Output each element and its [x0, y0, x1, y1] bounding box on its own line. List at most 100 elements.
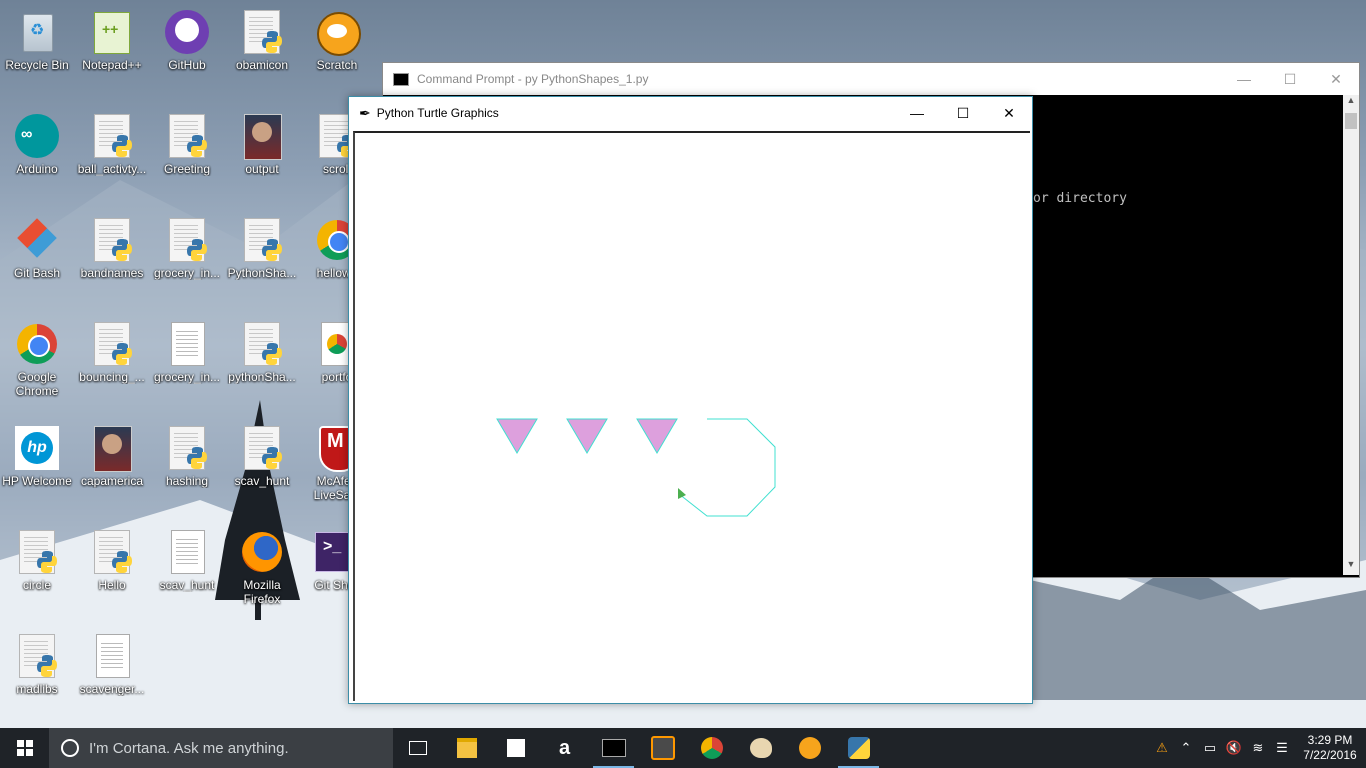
- desktop-icon[interactable]: obamicon: [225, 8, 299, 72]
- taskbar-app-task-view[interactable]: [393, 728, 442, 768]
- start-button[interactable]: [0, 728, 49, 768]
- desktop-icon-label: output: [245, 162, 279, 176]
- desktop-icon-label: Arduino: [16, 162, 58, 176]
- desktop-icon-label: bandnames: [80, 266, 144, 280]
- desktop-icon-label: scav_hunt: [234, 474, 290, 488]
- desktop-icon[interactable]: Mozilla Firefox: [225, 528, 299, 606]
- desktop-icon-label: PythonSha...: [227, 266, 297, 280]
- desktop-icon-label: Greeting: [163, 162, 211, 176]
- taskbar-app-cmd[interactable]: [589, 728, 638, 768]
- desktop-icon-label: HP Welcome: [2, 474, 72, 488]
- desktop-icon[interactable]: scav_hunt: [225, 424, 299, 488]
- desktop-icon[interactable]: bouncing_...: [75, 320, 149, 384]
- python-file-icon: [163, 216, 211, 264]
- recycle-bin-icon: ♻: [13, 8, 61, 56]
- desktop-icon[interactable]: PythonSha...: [225, 216, 299, 280]
- action-center-icon[interactable]: ☰: [1270, 728, 1294, 768]
- desktop-icon[interactable]: Scratch: [300, 8, 374, 72]
- taskbar-app-scratch[interactable]: [785, 728, 834, 768]
- cmd-scrollbar[interactable]: ▲ ▼: [1343, 95, 1359, 575]
- python-file-icon: [88, 112, 136, 160]
- desktop-icon[interactable]: pythonSha...: [225, 320, 299, 384]
- desktop-icon[interactable]: Git Bash: [0, 216, 74, 280]
- python-file-icon: [238, 8, 286, 56]
- desktop-icon[interactable]: output: [225, 112, 299, 176]
- desktop-icon-label: Notepad++: [82, 58, 142, 72]
- paint-icon: [749, 738, 772, 758]
- desktop-icon[interactable]: Greeting: [150, 112, 224, 176]
- scroll-down-icon[interactable]: ▼: [1343, 559, 1359, 575]
- desktop-icon[interactable]: grocery_in...: [150, 320, 224, 384]
- desktop-icon[interactable]: grocery_in...: [150, 216, 224, 280]
- desktop-icon[interactable]: hp HP Welcome: [0, 424, 74, 488]
- turtle-graphics-window[interactable]: ✒ Python Turtle Graphics — ☐ ✕: [348, 96, 1033, 704]
- system-tray: ⚠ ⌃ ▭ 🔇 ≋ ☰ 3:29 PM 7/22/2016: [1150, 728, 1366, 768]
- taskbar-app-amazon[interactable]: a: [540, 728, 589, 768]
- desktop-icon[interactable]: circle: [0, 528, 74, 592]
- desktop-icon-label: Recycle Bin: [5, 58, 69, 72]
- clock[interactable]: 3:29 PM 7/22/2016: [1294, 733, 1366, 763]
- turtle-close-button[interactable]: ✕: [986, 98, 1032, 128]
- battery-icon[interactable]: ▭: [1198, 728, 1222, 768]
- feather-icon: ✒: [359, 104, 371, 121]
- cmd-maximize-button[interactable]: ☐: [1267, 64, 1313, 94]
- scroll-up-icon[interactable]: ▲: [1343, 95, 1359, 111]
- desktop-icon[interactable]: ++ Notepad++: [75, 8, 149, 72]
- amazon-icon: a: [558, 736, 571, 759]
- taskbar-app-paint[interactable]: [736, 728, 785, 768]
- desktop-icon[interactable]: hashing: [150, 424, 224, 488]
- desktop-icon-label: obamicon: [235, 58, 289, 72]
- desktop-icon[interactable]: Google Chrome: [0, 320, 74, 398]
- turtle-canvas[interactable]: [353, 131, 1030, 701]
- desktop-icon[interactable]: ball_activty...: [75, 112, 149, 176]
- python-file-icon: [88, 528, 136, 576]
- triangle-shape-2: [566, 418, 608, 454]
- desktop-icon[interactable]: madlibs: [0, 632, 74, 696]
- wifi-icon[interactable]: ≋: [1246, 728, 1270, 768]
- turtle-minimize-button[interactable]: —: [894, 98, 940, 128]
- store-icon: [506, 739, 525, 757]
- desktop-icon-label: GitHub: [168, 58, 206, 72]
- desktop-icon-label: pythonSha...: [228, 370, 296, 384]
- image-file-icon: [88, 424, 136, 472]
- desktop-icon[interactable]: capamerica: [75, 424, 149, 488]
- desktop-icon-label: scav_hunt: [159, 578, 215, 592]
- hp-icon: hp: [13, 424, 61, 472]
- desktop-icon[interactable]: ∞ Arduino: [0, 112, 74, 176]
- file-explorer-icon: [456, 738, 477, 758]
- turtle-maximize-button[interactable]: ☐: [940, 98, 986, 128]
- turtle-window-title: Python Turtle Graphics: [376, 106, 499, 120]
- taskbar-app-store[interactable]: [491, 728, 540, 768]
- cortana-search-box[interactable]: I'm Cortana. Ask me anything.: [49, 728, 393, 768]
- clock-time: 3:29 PM: [1307, 733, 1353, 747]
- cmd-close-button[interactable]: ✕: [1313, 64, 1359, 94]
- volume-muted-icon[interactable]: 🔇: [1222, 728, 1246, 768]
- cmd-scroll-thumb[interactable]: [1345, 113, 1357, 129]
- python-file-icon: [163, 424, 211, 472]
- desktop-icon[interactable]: bandnames: [75, 216, 149, 280]
- taskbar-app-chrome[interactable]: [687, 728, 736, 768]
- taskbar-app-sublime[interactable]: [638, 728, 687, 768]
- python-file-icon: [13, 632, 61, 680]
- chrome-icon: [13, 320, 61, 368]
- desktop-icon[interactable]: scavenger...: [75, 632, 149, 696]
- chevron-up-icon[interactable]: ⌃: [1174, 728, 1198, 768]
- taskbar-app-file-explorer[interactable]: [442, 728, 491, 768]
- cmd-minimize-button[interactable]: —: [1221, 64, 1267, 94]
- task-view-icon: [408, 741, 427, 755]
- taskbar-app-python[interactable]: [834, 728, 883, 768]
- desktop-icon-label: scavenger...: [79, 682, 145, 696]
- notification-warning-icon[interactable]: ⚠: [1150, 728, 1174, 768]
- desktop-icon[interactable]: GitHub: [150, 8, 224, 72]
- desktop-icon[interactable]: Hello: [75, 528, 149, 592]
- sublime-icon: [650, 736, 675, 760]
- desktop-icon[interactable]: scav_hunt: [150, 528, 224, 592]
- cmd-icon: [601, 739, 626, 757]
- desktop-icon[interactable]: ♻ Recycle Bin: [0, 8, 74, 72]
- python-file-icon: [88, 320, 136, 368]
- desktop-icon-label: Hello: [98, 578, 126, 592]
- cmd-titlebar[interactable]: Command Prompt - py PythonShapes_1.py — …: [383, 63, 1359, 95]
- github-icon: [163, 8, 211, 56]
- turtle-titlebar[interactable]: ✒ Python Turtle Graphics — ☐ ✕: [349, 97, 1032, 129]
- desktop-icon-label: grocery_in...: [153, 266, 221, 280]
